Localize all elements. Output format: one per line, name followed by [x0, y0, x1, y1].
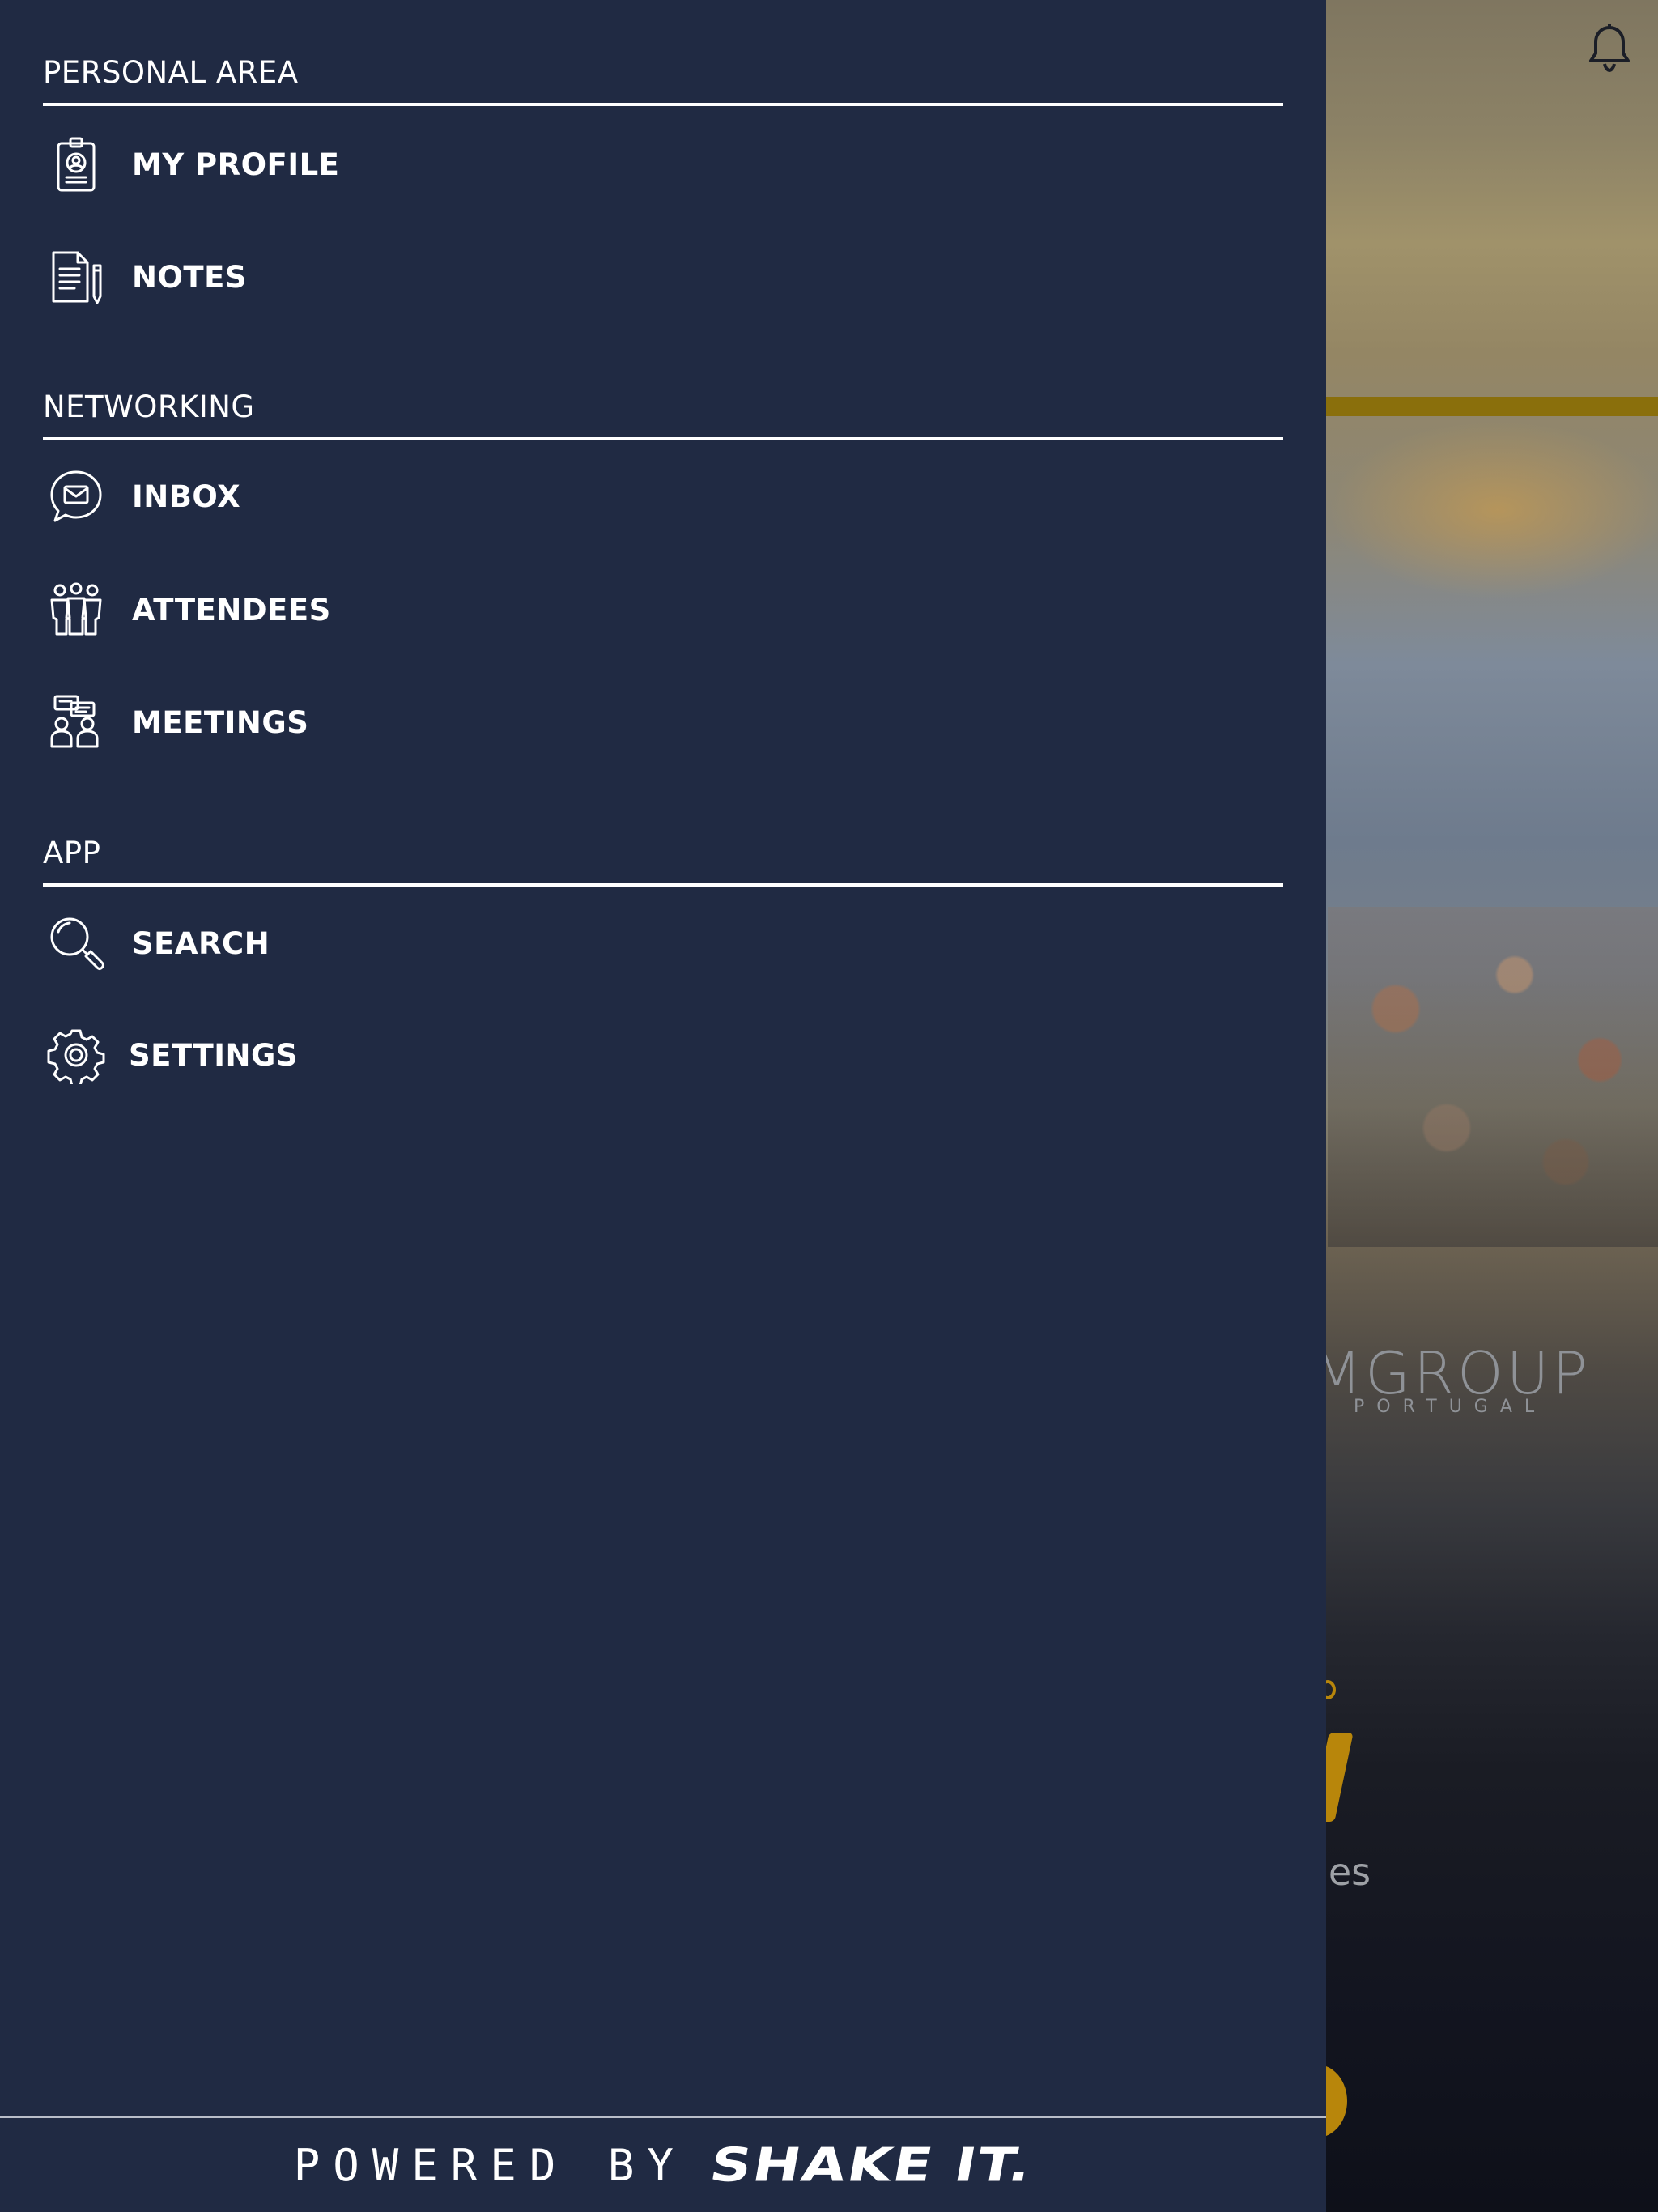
menu-item-label: SEARCH	[132, 925, 270, 961]
section-header-app: APP	[43, 836, 101, 870]
menu-item-label: SETTINGS	[129, 1037, 298, 1073]
powered-by-text: POWERED BY	[293, 2139, 687, 2191]
menu-item-notes[interactable]: NOTES	[43, 232, 1283, 321]
menu-item-label: MY PROFILE	[132, 147, 340, 182]
search-icon	[45, 912, 108, 975]
id-badge-icon	[45, 133, 108, 196]
section-header-personal-area: PERSONAL AREA	[43, 55, 299, 90]
inbox-icon	[45, 465, 108, 528]
menu-item-inbox[interactable]: INBOX	[43, 452, 1283, 541]
event-logo: MGROUP	[1312, 1339, 1591, 1407]
section-divider	[43, 103, 1283, 106]
menu-item-label: INBOX	[132, 479, 241, 514]
shake-it-logo: SHAKE IT.	[705, 2138, 1038, 2193]
section-divider	[43, 883, 1283, 887]
menu-item-attendees[interactable]: ATTENDEES	[43, 565, 1283, 654]
menu-item-label: MEETINGS	[132, 704, 309, 740]
bell-icon[interactable]	[1585, 23, 1634, 74]
city-photo	[1328, 907, 1658, 1247]
section-divider	[43, 437, 1283, 440]
menu-item-search[interactable]: SEARCH	[43, 899, 1283, 988]
menu-item-label: ATTENDEES	[132, 592, 331, 627]
gear-icon	[45, 1023, 108, 1087]
menu-item-my-profile[interactable]: MY PROFILE	[43, 120, 1283, 209]
section-header-networking: NETWORKING	[43, 389, 255, 424]
sky-glow	[1328, 421, 1658, 599]
notes-icon	[45, 245, 108, 308]
event-logo-subtitle: PORTUGAL	[1354, 1397, 1547, 1417]
header-accent-bar	[1326, 397, 1658, 416]
menu-item-meetings[interactable]: MEETINGS	[43, 678, 1283, 767]
navigation-drawer: PERSONAL AREA MY PROFILE NOTES NETWORKIN…	[0, 0, 1326, 2212]
menu-item-label: NOTES	[132, 259, 248, 295]
menu-item-settings[interactable]: SETTINGS	[43, 1010, 1283, 1100]
meetings-icon	[45, 691, 108, 754]
attendees-icon	[45, 578, 108, 641]
footer: POWERED BY SHAKE IT.	[0, 2118, 1326, 2212]
app-screen: MGROUP PORTUGAL ties PERSONAL AREA MY PR…	[0, 0, 1658, 2212]
